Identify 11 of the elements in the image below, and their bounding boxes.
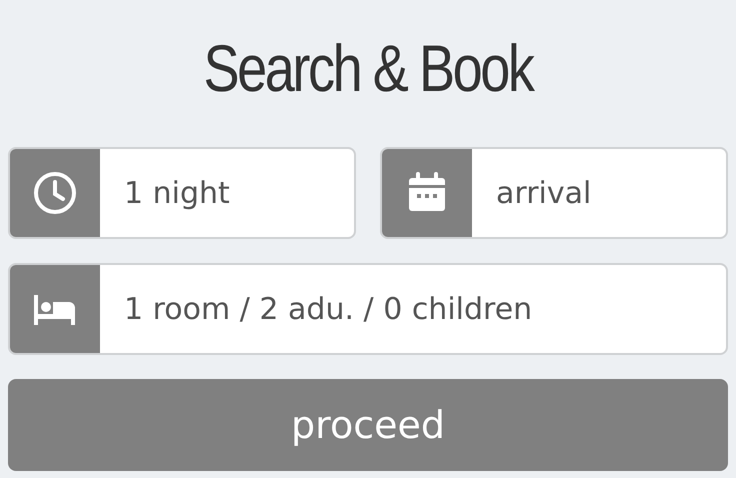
text-input[interactable]: 1 room / 2 adu. / 0 children (100, 265, 726, 353)
bed-icon (10, 265, 100, 353)
calendar-icon (382, 149, 472, 237)
page-title: Search & Book (202, 30, 536, 107)
clock-icon (10, 149, 100, 237)
nights-field[interactable]: 1 night (8, 147, 356, 239)
text-input[interactable]: 1 night (100, 149, 354, 237)
proceed-button[interactable]: proceed (8, 379, 728, 471)
guests-field[interactable]: 1 room / 2 adu. / 0 children (8, 263, 728, 355)
arrival-field[interactable]: arrival (380, 147, 728, 239)
text-input[interactable]: arrival (472, 149, 726, 237)
